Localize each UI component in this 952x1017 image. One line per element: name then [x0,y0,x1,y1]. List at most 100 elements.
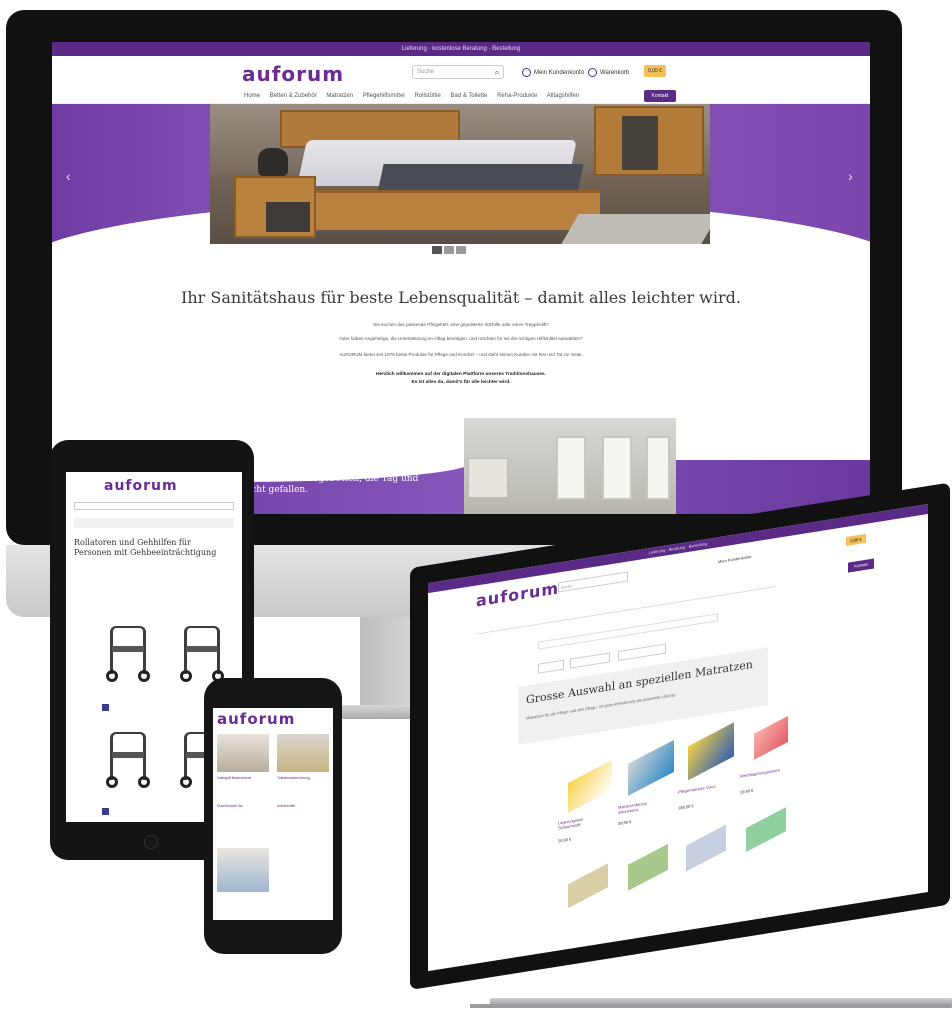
search-icon[interactable]: ⌕ [490,65,504,79]
hero-bed-image [210,104,710,244]
contact-button[interactable]: Kontakt [644,90,676,102]
nav-list: Home Betten & Zubehör Matratzen Pflegehi… [244,93,587,99]
rollator-wheel [180,670,192,682]
phone-product-name[interactable]: Toilettensitzerhöhung [277,776,329,780]
phone-product-name[interactable]: Duschhocker Alu [217,804,269,808]
tablet-filter-bar[interactable] [74,518,234,528]
nav-item-betten[interactable]: Betten & Zubehör [270,93,317,99]
welcome-line: Herzlich willkommen auf der digitalen Pl… [375,372,547,377]
nightstand-door [266,202,310,232]
phone-logo[interactable]: auforum [217,710,295,728]
laptop-contact-button[interactable]: Kontakt [848,558,874,573]
slider-dot[interactable] [444,246,454,254]
rug [561,214,710,244]
nav-item-rollstuehle[interactable]: Rollstühle [414,93,440,99]
mattress-product-image[interactable] [628,739,674,796]
slider-dot[interactable] [432,246,442,254]
slider-prev-arrow-icon[interactable]: ‹ [66,168,71,184]
compare-checkbox[interactable] [102,808,109,815]
account-link[interactable]: Mein Kundenkonto [522,68,584,77]
intro-line: AUFORUM bietet seit 1978 beste Produkte … [339,352,583,357]
nav-item-matratzen[interactable]: Matratzen [326,93,353,99]
tablet-category-heading: Rollatoren und Gehhilfen für Personen mi… [74,538,217,557]
phone-product-name[interactable]: Aufstehhilfe [277,804,329,808]
laptop-screen: Lieferung · Beratung · Bestellung auforu… [428,503,928,972]
device-mockup-scene: Lieferung · kostenlose Beratung · Bestel… [0,0,952,1017]
nav-item-alltag[interactable]: Alltagshilfen [547,93,579,99]
lamp [258,148,288,176]
phone-screen: auforum Haltegriff Badezimmer Toilettens… [213,708,333,920]
user-icon [522,68,531,77]
cart-icon [588,68,597,77]
tablet-search-input[interactable] [74,502,234,510]
account-label: Mein Kundenkonto [534,70,585,77]
mattress-product-image[interactable] [688,722,734,781]
window [646,436,670,500]
rollator-wheel [138,670,150,682]
mattress-product-image[interactable] [686,824,726,872]
rollator-wheel [106,776,118,788]
filter-chip[interactable] [570,652,610,669]
hero-slider: ‹ › [52,104,870,300]
mattress-product-image[interactable] [568,863,608,909]
phone-product-image[interactable] [277,734,329,772]
laptop-account-link[interactable]: Mein Kundenkonto [718,554,751,564]
rollator-wheel [138,776,150,788]
laptop-product-price: 39,90 € [618,818,632,827]
wishlist-link[interactable]: Warenkorb [588,68,629,77]
laptop-search-input[interactable]: Suche [558,571,628,593]
laptop-base-edge [470,1004,950,1008]
mattress-product-image[interactable] [746,807,786,853]
laptop-product-price: 19,90 € [740,787,754,795]
mattress-product-image[interactable] [568,759,612,813]
compare-checkbox[interactable] [102,704,109,711]
main-headline: Ihr Sanitätshaus für beste Lebensqualitä… [181,288,741,307]
wishlist-label: Warenkorb [600,70,630,77]
laptop-product-name[interactable]: Matratzenbezug Inkontinenz [618,798,662,816]
slider-next-arrow-icon[interactable]: › [848,168,853,184]
cabinet-door [622,116,658,170]
living-room-image [464,418,676,514]
nav-item-pflege[interactable]: Pflegehilfsmittel [363,93,405,99]
window [556,436,586,500]
laptop-product-name[interactable]: Pflegematratze Visco [678,783,722,795]
desktop-logo[interactable]: auforum [242,62,344,86]
laptop-product-price: 29,90 € [558,836,572,844]
tablet-logo[interactable]: auforum [104,478,178,494]
window [602,436,632,500]
cart-total-button[interactable]: 0,00 € [644,65,666,77]
nightstand [234,176,316,238]
phone-device: auforum Haltegriff Badezimmer Toilettens… [204,678,342,954]
mattress-product-image[interactable] [754,715,788,760]
phone-product-image[interactable] [217,848,269,892]
tablet-home-button-icon[interactable] [144,835,158,849]
slider-thumbnails[interactable] [432,246,468,256]
desktop-topbar: Lieferung · kostenlose Beratung · Bestel… [52,42,870,56]
phone-product-image[interactable] [217,734,269,772]
rollator-wheel [180,776,192,788]
nav-item-reha[interactable]: Reha-Produkte [497,93,537,99]
filter-chip[interactable] [618,643,666,662]
laptop-product-price: 189,00 € [678,803,694,811]
filter-chip[interactable] [538,659,564,674]
desktop-main-nav: Home Betten & Zubehör Matratzen Pflegehi… [52,90,870,104]
wall-picture [468,458,508,498]
rollator-wheel [106,670,118,682]
rollator-seat [112,646,144,652]
phone-product-name[interactable]: Haltegriff Badezimmer [217,776,269,780]
intro-line: Oder haben Angehörige, die Unterstützung… [339,336,583,341]
bed-frame [310,190,600,230]
bedroom-cabinet [594,106,704,176]
laptop-product-name[interactable]: Lagerungskeil Schaumstoff [558,814,602,831]
rollator-seat [112,752,144,758]
lower-banner-text: Komfort- und Pflegebetten, die Tag und N… [238,474,419,495]
rollator-seat [186,646,218,652]
mattress-product-image[interactable] [628,843,668,891]
nav-item-home[interactable]: Home [244,93,260,99]
laptop-bezel: Lieferung · Beratung · Bestellung auforu… [410,482,950,990]
slider-dot[interactable] [456,246,466,254]
desktop-header: auforum Suche ⌕ Mein Kundenkonto Warenko… [52,56,870,90]
laptop-product-name[interactable]: Weichlagerungskissen [740,767,784,778]
laptop-cart-button[interactable]: 0,00 € [846,533,866,546]
nav-item-bad[interactable]: Bad & Toilette [450,93,487,99]
